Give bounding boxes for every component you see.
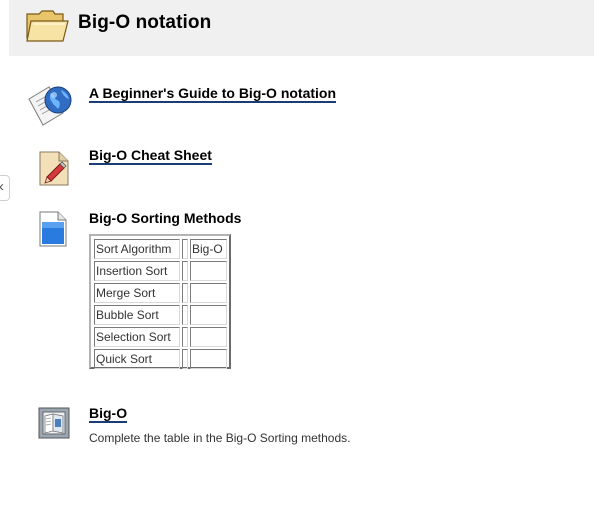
table-header-row: Sort Algorithm Big-O bbox=[94, 239, 227, 259]
table-cell bbox=[182, 283, 188, 303]
sorting-methods-title: Big-O Sorting Methods bbox=[89, 210, 242, 226]
table-row: Merge Sort bbox=[94, 283, 227, 303]
table-cell bbox=[190, 283, 227, 303]
table-cell: Bubble Sort bbox=[94, 305, 180, 325]
section-title: Big-O notation bbox=[78, 12, 212, 33]
sort-table: Sort Algorithm Big-O Insertion Sort Merg… bbox=[92, 237, 229, 371]
table-header-cell: Sort Algorithm bbox=[94, 239, 180, 259]
table-cell: Merge Sort bbox=[94, 283, 180, 303]
table-header-cell bbox=[182, 239, 188, 259]
web-page-globe-icon bbox=[28, 86, 72, 126]
table-cell: Insertion Sort bbox=[94, 261, 180, 281]
file-pen-icon bbox=[39, 151, 69, 186]
table-row: Bubble Sort bbox=[94, 305, 227, 325]
table-cell bbox=[190, 305, 227, 325]
table-cell bbox=[182, 305, 188, 325]
table-cell: Quick Sort bbox=[94, 349, 180, 369]
table-cell: Selection Sort bbox=[94, 327, 180, 347]
table-row: Selection Sort bbox=[94, 327, 227, 347]
table-cell bbox=[182, 327, 188, 347]
table-header-cell: Big-O bbox=[190, 239, 227, 259]
table-cell bbox=[190, 349, 227, 369]
table-cell bbox=[182, 261, 188, 281]
activity-link-beginners-guide[interactable]: A Beginner's Guide to Big-O notation bbox=[89, 86, 337, 103]
document-blue-icon bbox=[39, 211, 67, 247]
table-row: Insertion Sort bbox=[94, 261, 227, 281]
big-o-description: Complete the table in the Big-O Sorting … bbox=[89, 431, 351, 445]
folder-icon bbox=[26, 10, 69, 42]
book-icon bbox=[38, 407, 70, 439]
table-cell bbox=[190, 327, 227, 347]
sort-table-frame: Sort Algorithm Big-O Insertion Sort Merg… bbox=[89, 234, 231, 369]
activity-link-cheat-sheet[interactable]: Big-O Cheat Sheet bbox=[89, 148, 212, 165]
collapse-sidebar-tab[interactable]: ‹ bbox=[0, 175, 10, 201]
table-row: Quick Sort bbox=[94, 349, 227, 369]
activity-link-big-o[interactable]: Big-O bbox=[89, 406, 128, 423]
course-section-page: Big-O notation ‹ A Beginner's Guide to B… bbox=[0, 0, 594, 506]
table-cell bbox=[182, 349, 188, 369]
chevron-left-icon: ‹ bbox=[0, 178, 4, 196]
table-cell bbox=[190, 261, 227, 281]
section-header: Big-O notation bbox=[9, 0, 594, 56]
